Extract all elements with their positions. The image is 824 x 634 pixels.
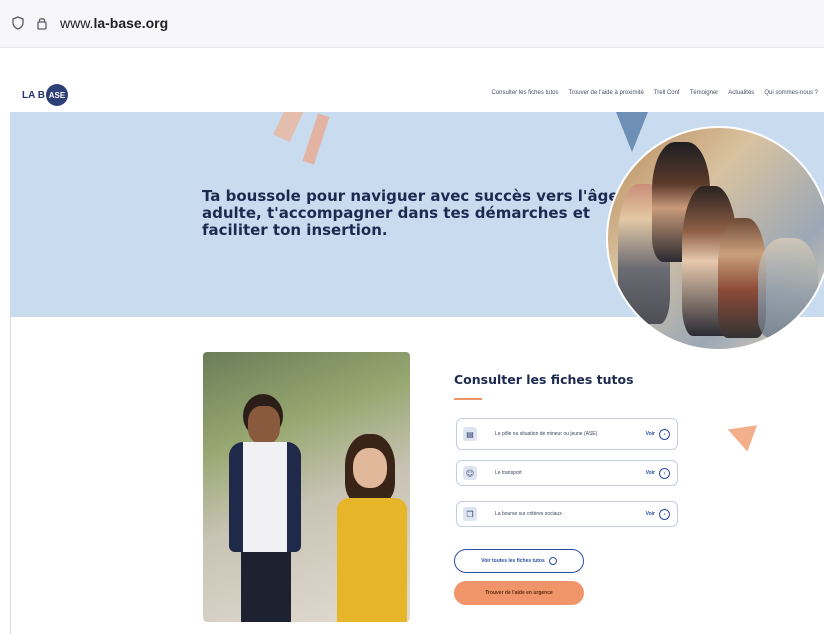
decorative-triangle bbox=[616, 112, 648, 152]
nav-link-temoigner[interactable]: Témoigner bbox=[690, 90, 719, 96]
title-underline bbox=[454, 398, 482, 400]
browser-chrome: www.la-base.org bbox=[0, 0, 824, 48]
section-title: Consulter les fiches tutos bbox=[454, 372, 634, 387]
urgent-help-label: Trouver de l'aide en urgence bbox=[485, 590, 553, 596]
hero-photo-group bbox=[606, 126, 824, 351]
document-icon: ▤ bbox=[463, 427, 477, 441]
card-label: Le pôle ou situation de mineur ou jeune … bbox=[495, 430, 598, 437]
hero-title: Ta boussole pour naviguer avec succès ve… bbox=[202, 187, 619, 239]
url-prefix: www. bbox=[60, 15, 94, 31]
tuto-card[interactable]: ☺ Le transport Voir › bbox=[456, 460, 678, 486]
photo-person bbox=[333, 434, 408, 622]
nav-link-aide[interactable]: Trouver de l'aide à proximité bbox=[569, 90, 644, 96]
book-icon: ❒ bbox=[463, 507, 477, 521]
url-host: la-base.org bbox=[93, 15, 169, 31]
person-icon: ☺ bbox=[463, 466, 477, 480]
card-label: Le transport bbox=[495, 469, 522, 476]
all-fiches-button[interactable]: Voir toutes les fiches tutos bbox=[454, 549, 584, 573]
tuto-card[interactable]: ❒ La bourse sur critères sociaux Voir › bbox=[456, 501, 678, 527]
card-voir-label[interactable]: Voir bbox=[646, 511, 655, 517]
site-logo[interactable]: LA B ASE bbox=[22, 84, 68, 106]
arrow-right-icon[interactable]: › bbox=[659, 429, 670, 440]
shield-icon[interactable] bbox=[10, 15, 26, 31]
lock-icon[interactable] bbox=[34, 15, 50, 31]
all-fiches-label: Voir toutes les fiches tutos bbox=[481, 558, 545, 564]
decorative-triangle bbox=[722, 416, 758, 452]
arrow-right-icon[interactable]: › bbox=[659, 509, 670, 520]
nav-link-actualites[interactable]: Actualités bbox=[728, 90, 754, 96]
card-voir-label[interactable]: Voir bbox=[646, 470, 655, 476]
list-icon bbox=[548, 557, 557, 565]
decorative-shape bbox=[302, 113, 330, 165]
site-header: LA B ASE Consulter les fiches tutos Trou… bbox=[0, 78, 824, 112]
logo-text: LA B bbox=[22, 89, 45, 101]
urgent-help-button[interactable]: Trouver de l'aide en urgence bbox=[454, 581, 584, 605]
nav-link-conf[interactable]: Trell Conf bbox=[654, 90, 680, 96]
photo-person bbox=[221, 392, 309, 622]
tuto-card[interactable]: ▤ Le pôle ou situation de mineur ou jeun… bbox=[456, 418, 678, 450]
address-bar[interactable]: www.la-base.org bbox=[10, 8, 815, 38]
url-text[interactable]: www.la-base.org bbox=[60, 15, 168, 31]
logo-circle: ASE bbox=[45, 84, 68, 106]
main-nav: Consulter les fiches tutos Trouver de l'… bbox=[491, 90, 818, 96]
nav-link-fiches[interactable]: Consulter les fiches tutos bbox=[491, 90, 558, 96]
card-voir-label[interactable]: Voir bbox=[646, 431, 655, 437]
card-label: La bourse sur critères sociaux bbox=[495, 510, 562, 517]
decorative-shape bbox=[273, 112, 305, 143]
arrow-right-icon[interactable]: › bbox=[659, 468, 670, 479]
nav-link-qui[interactable]: Qui sommes-nous ? bbox=[764, 90, 818, 96]
feature-photo bbox=[203, 352, 410, 622]
